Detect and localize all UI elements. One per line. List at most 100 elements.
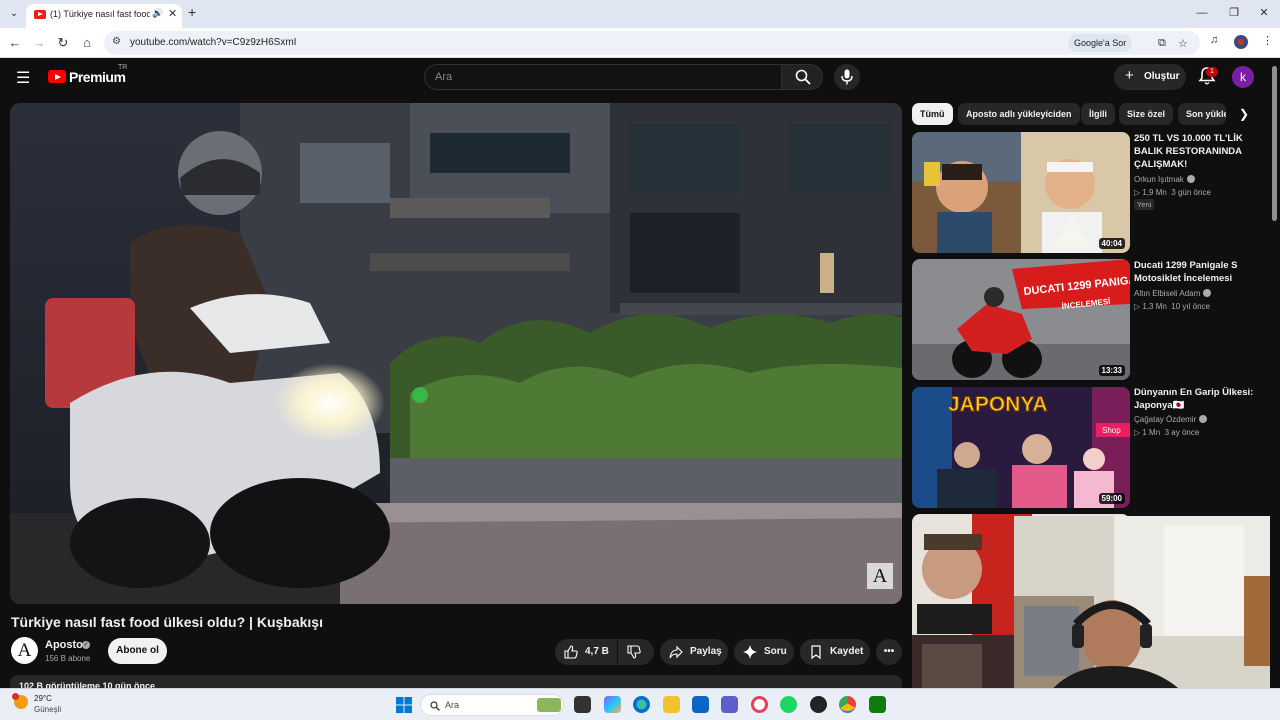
rec-age-1: 3 gün önce	[1171, 188, 1211, 197]
forward-arrow-icon[interactable]: →	[30, 34, 48, 52]
file-explorer-icon[interactable]	[663, 696, 680, 713]
speaker-icon[interactable]: 🔊	[152, 8, 163, 19]
browser-menu-icon[interactable]: ⋮	[1262, 34, 1273, 47]
search-highlight-icon	[537, 698, 561, 712]
ask-label: Soru	[764, 646, 787, 657]
video-player[interactable]	[10, 103, 902, 604]
weather-temperature[interactable]: 29°C	[34, 694, 52, 703]
reload-icon[interactable]: ↻	[54, 34, 72, 52]
subscribe-button[interactable]: Abone ol	[108, 638, 167, 664]
page-scrollbar[interactable]	[1270, 58, 1280, 688]
create-button[interactable]: + Oluştur	[1114, 64, 1186, 90]
bookmark-icon	[811, 645, 821, 659]
microphone-icon	[841, 69, 853, 85]
minimize-button[interactable]: —	[1192, 4, 1212, 22]
browser-tab-bar: ⌄ (1) Türkiye nasıl fast food ülkesi old…	[0, 0, 1280, 28]
app-icon[interactable]	[810, 696, 827, 713]
copilot-icon[interactable]	[604, 696, 621, 713]
share-button[interactable]: Paylaş	[660, 639, 728, 665]
install-app-icon[interactable]: ⧉	[1158, 37, 1166, 50]
tab-title: (1) Türkiye nasıl fast food ülkesi oldu?…	[50, 9, 150, 19]
site-info-icon[interactable]: ⚙	[112, 36, 121, 47]
plus-icon: +	[1125, 67, 1134, 84]
rec-channel-3[interactable]: Çağatay Özdemir	[1134, 415, 1208, 424]
rec-meta-1: ▷ 1,9 Mn 3 gün önce	[1134, 188, 1211, 197]
youtube-favicon-icon	[34, 10, 46, 19]
tab-list-button[interactable]: ⌄	[6, 4, 22, 24]
profile-avatar-icon[interactable]	[1234, 35, 1248, 49]
more-horizontal-icon: •••	[883, 646, 895, 657]
media-controls-icon[interactable]: ♫	[1210, 34, 1218, 46]
search-button[interactable]	[781, 64, 823, 90]
outlook-icon[interactable]	[692, 696, 709, 713]
video-title: Türkiye nasıl fast food ülkesi oldu? | K…	[11, 614, 323, 630]
tab-close-icon[interactable]: ✕	[168, 7, 177, 20]
rec-thumbnail-3[interactable]: JAPONYA Shop 59:00	[912, 387, 1130, 508]
search-placeholder: Ara	[435, 71, 453, 83]
opera-icon[interactable]	[751, 696, 768, 713]
chrome-icon[interactable]	[839, 696, 856, 713]
close-window-button[interactable]: ✕	[1254, 4, 1274, 22]
url-text[interactable]: youtube.com/watch?v=C9z9zH6SxmI	[130, 37, 296, 48]
rec-channel-1[interactable]: Orkun Işıtmak	[1134, 175, 1195, 184]
rec-age-2: 10 yıl önce	[1171, 302, 1210, 311]
verified-check-icon	[1199, 415, 1208, 423]
save-label: Kaydet	[830, 646, 864, 657]
duration-badge: 13:33	[1098, 365, 1125, 376]
chip-all[interactable]: Tümü	[912, 103, 953, 125]
notification-count-badge: 1	[1206, 67, 1218, 77]
home-icon[interactable]: ⌂	[78, 34, 96, 52]
ask-google-button[interactable]: Google'a Sor	[1068, 34, 1133, 52]
search-input[interactable]: Ara	[424, 64, 782, 90]
logo-region: TR	[118, 64, 128, 71]
rec-meta-2: ▷ 1,3 Mn 10 yıl önce	[1134, 302, 1210, 311]
dislike-button[interactable]	[618, 639, 654, 665]
new-tab-button[interactable]: +	[188, 4, 196, 20]
account-avatar[interactable]: k	[1232, 66, 1254, 88]
teams-icon[interactable]	[721, 696, 738, 713]
verified-check-icon	[1203, 289, 1212, 297]
windows-start-icon[interactable]	[396, 697, 412, 713]
rec-title-1[interactable]: 250 TL VS 10.000 TL'LİK BALIK RESTORANIN…	[1134, 132, 1264, 171]
duration-badge: 59:00	[1098, 493, 1125, 504]
windows-taskbar: 29°C Güneşli Ara	[0, 688, 1280, 720]
chevron-right-icon[interactable]: ❯	[1234, 104, 1254, 124]
taskbar-search-input[interactable]: Ara	[420, 694, 564, 716]
channel-watermark: A	[867, 563, 893, 589]
rec-thumbnail-1[interactable]: 40:04	[912, 132, 1130, 253]
rec-views-1: 1,9 Mn	[1142, 188, 1167, 197]
channel-name[interactable]: Aposto	[45, 639, 83, 651]
save-button[interactable]: Kaydet	[800, 639, 870, 665]
thumbs-up-icon	[564, 645, 578, 659]
voice-search-button[interactable]	[834, 64, 860, 90]
rec-title-3[interactable]: Dünyanın En Garip Ülkesi: Japonya🇯🇵	[1134, 386, 1264, 412]
weather-description[interactable]: Güneşli	[34, 705, 61, 714]
bookmark-star-icon[interactable]: ☆	[1178, 37, 1188, 50]
back-arrow-icon[interactable]: ←	[6, 34, 24, 52]
chip-for-you[interactable]: Size özel	[1119, 103, 1174, 125]
rec-title-2[interactable]: Ducati 1299 Panigale S Motosiklet İncele…	[1134, 259, 1264, 285]
channel-avatar[interactable]: A	[11, 637, 38, 664]
xbox-icon[interactable]	[869, 696, 886, 713]
scrollbar-thumb[interactable]	[1272, 66, 1277, 221]
chip-from-uploader[interactable]: Aposto adlı yükleyiciden	[958, 103, 1080, 125]
address-bar[interactable]: ⚙ youtube.com/watch?v=C9z9zH6SxmI Google…	[104, 31, 1200, 55]
browser-tab[interactable]: (1) Türkiye nasıl fast food ülkesi oldu?…	[26, 4, 182, 28]
youtube-play-icon	[48, 70, 66, 83]
video-frame	[10, 103, 902, 604]
spotify-icon[interactable]	[780, 696, 797, 713]
rec-channel-2[interactable]: Altın Elbiseli Adam	[1134, 289, 1212, 298]
restore-button[interactable]: ❐	[1224, 4, 1244, 22]
rec-views-2: 1,3 Mn	[1142, 302, 1167, 311]
chip-recent[interactable]: Son yüklenenler	[1178, 103, 1226, 125]
more-actions-button[interactable]: •••	[876, 639, 902, 665]
hamburger-menu-icon[interactable]: ☰	[16, 68, 30, 88]
ask-button[interactable]: Soru	[734, 639, 794, 665]
edge-icon[interactable]	[633, 696, 650, 713]
like-button[interactable]: 4,7 B	[555, 639, 617, 665]
subscriber-count: 156 B abone	[45, 654, 91, 663]
rec-thumbnail-2[interactable]: DUCATI 1299 PANIGALE S İNCELEMESİ 13:33	[912, 259, 1130, 380]
task-view-icon[interactable]	[574, 696, 591, 713]
chip-related[interactable]: İlgili	[1081, 103, 1115, 125]
share-arrow-icon	[669, 645, 683, 659]
